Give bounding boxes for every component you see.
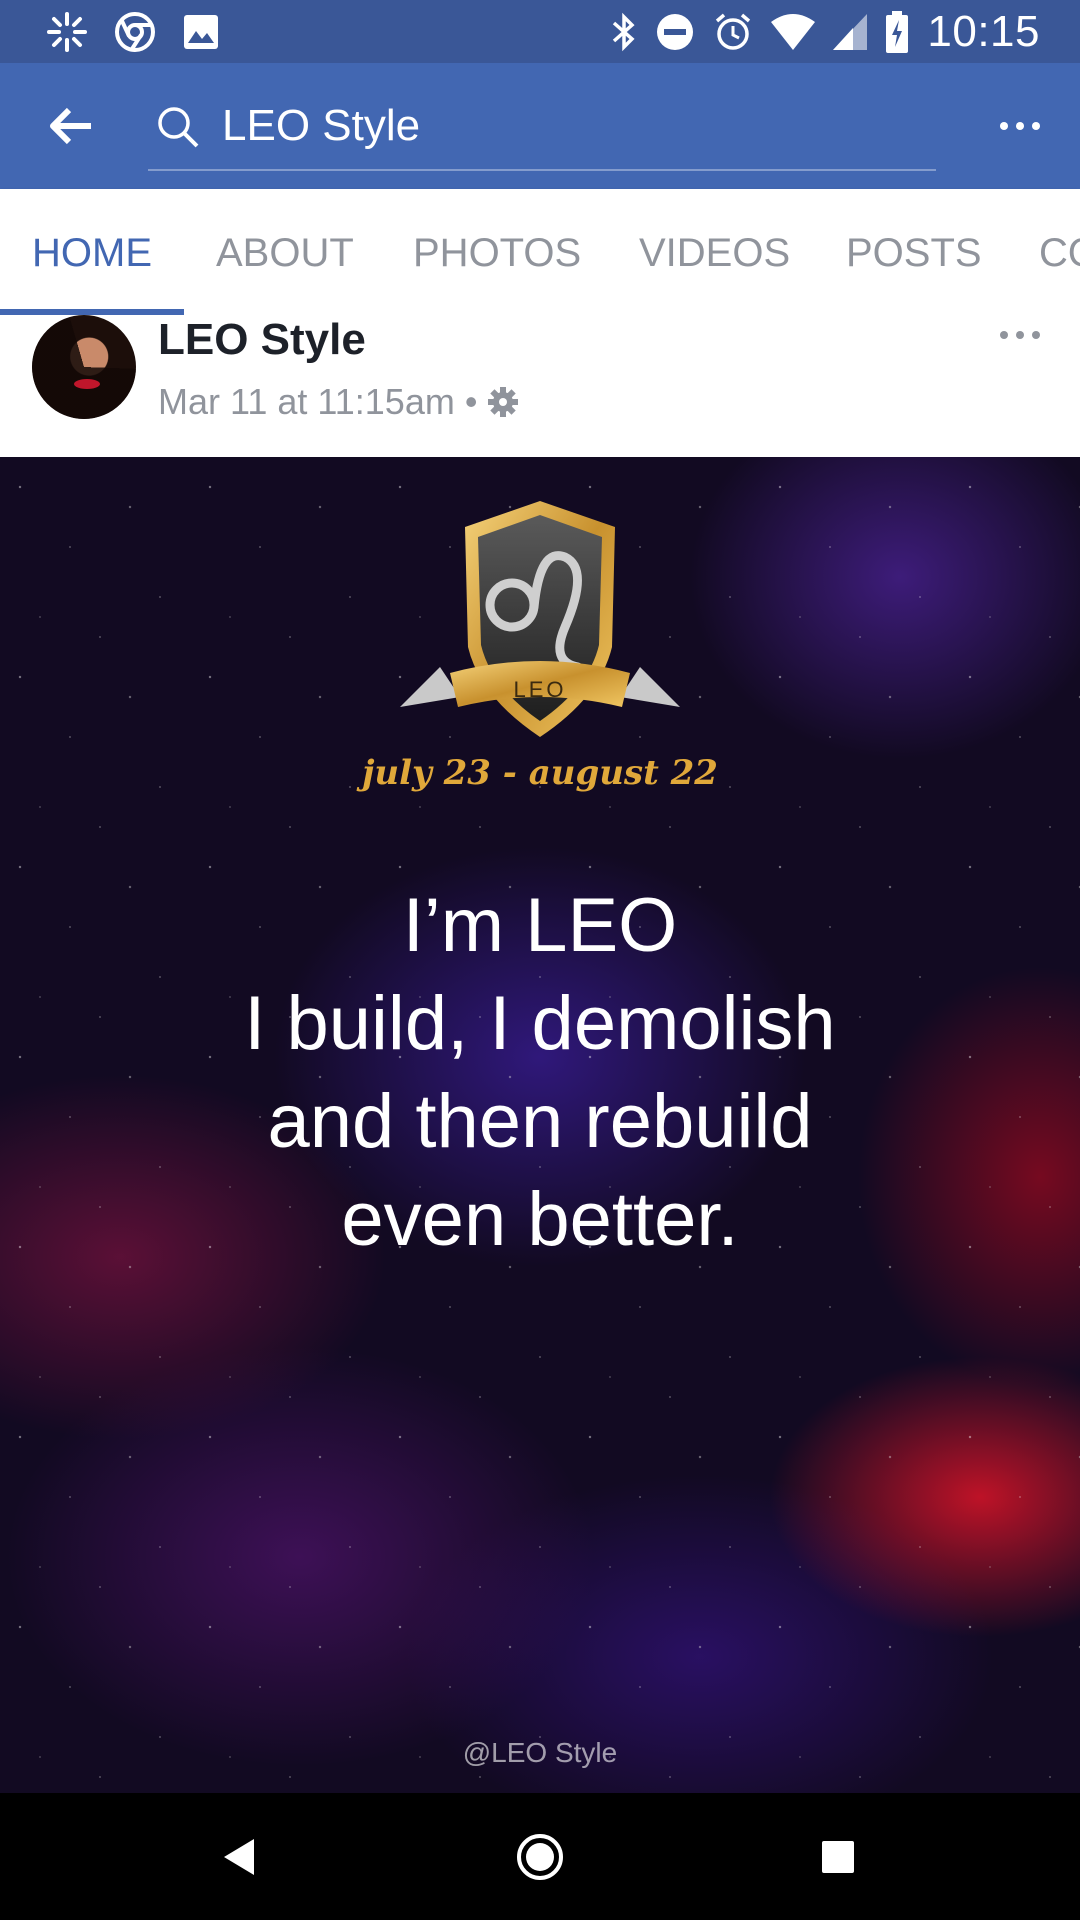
post-author[interactable]: LEO Style [158,315,366,365]
pinwheel-icon [46,11,88,53]
quote-text: I’m LEO I build, I demolish and then reb… [0,877,1080,1269]
avatar-hair [32,315,136,419]
back-arrow-icon [50,107,91,145]
more-options-button[interactable] [990,101,1050,151]
badge-label: LEO [513,677,566,702]
image-credit: @LEO Style [462,1737,618,1768]
bluetooth-icon [611,12,637,52]
tab-posts[interactable]: POSTS [846,189,982,315]
more-icon [1000,331,1040,339]
leo-zodiac-badge: LEO [400,501,680,737]
quote-line: I’m LEO [402,883,678,968]
post-options-button[interactable] [990,315,1050,355]
triangle-back-icon [224,1839,254,1875]
status-bar-left [46,10,220,54]
avatar-lips [74,379,100,389]
tab-about[interactable]: ABOUT [216,189,354,315]
status-time: 10:15 [927,7,1040,56]
search-icon [156,105,200,154]
circle-home-icon [517,1834,563,1880]
post-header: LEO Style Mar 11 at 11:15am • [0,315,1080,457]
battery-icon [885,11,909,53]
avatar[interactable] [32,315,136,419]
back-button[interactable] [42,101,100,151]
zodiac-dates: july 23 - august 22 [362,753,718,793]
nav-recents-button[interactable] [806,1825,870,1889]
quote-line: I build, I demolish [244,981,836,1066]
app-bar: LEO Style [0,63,1080,189]
tab-videos[interactable]: VIDEOS [639,189,790,315]
post-timestamp[interactable]: Mar 11 at 11:15am [158,381,455,423]
tab-home[interactable]: HOME [32,189,152,315]
post-image[interactable]: LEO july 23 - august 22 I’m LEO I build,… [0,457,1080,1793]
alarm-icon [713,12,753,52]
page-tabs: HOME ABOUT PHOTOS VIDEOS POSTS CO [0,189,1080,315]
wifi-icon [771,14,816,50]
tab-photos[interactable]: PHOTOS [413,189,581,315]
search-query: LEO Style [222,101,421,150]
status-bar: 10:15 [0,0,1080,63]
quote-line: and then rebuild [267,1079,813,1164]
more-icon [1000,122,1040,130]
status-bar-right: 10:15 [611,7,1040,56]
quote-line: even better. [341,1177,739,1262]
post-meta: Mar 11 at 11:15am • [158,381,519,423]
tab-community[interactable]: CO [1039,189,1080,315]
nav-back-button[interactable] [208,1825,272,1889]
search-field[interactable]: LEO Style [148,83,936,171]
square-recents-icon [822,1841,854,1873]
do-not-disturb-icon [655,12,695,52]
chrome-icon [114,11,156,53]
nav-home-button[interactable] [508,1825,572,1889]
gear-icon[interactable] [487,386,519,418]
image-icon [182,13,220,51]
signal-icon [833,14,868,50]
system-nav-bar [0,1793,1080,1920]
meta-separator: • [464,381,478,422]
